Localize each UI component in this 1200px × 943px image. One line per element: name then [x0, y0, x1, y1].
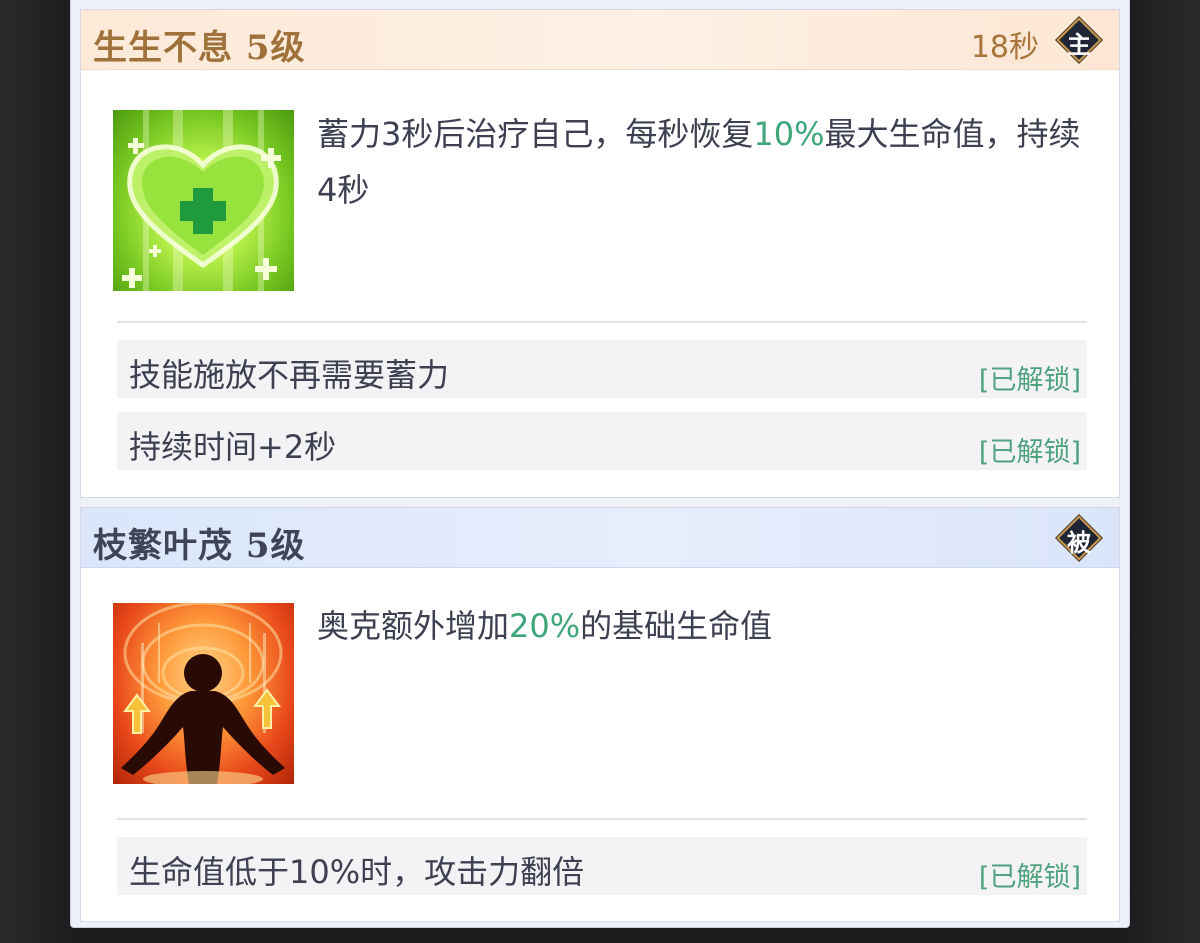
- skill-description: 奥克额外增加20%的基础生命值: [317, 598, 1087, 654]
- unlock-status: [已解锁]: [978, 862, 1081, 893]
- description-text: 奥克额外增加: [317, 607, 510, 645]
- badge-glyph: 主: [1067, 31, 1091, 59]
- power-up-silhouette-icon: [113, 603, 294, 784]
- background-right: [1128, 0, 1200, 943]
- unlock-status: [已解锁]: [978, 365, 1081, 396]
- divider: [117, 321, 1087, 323]
- skill-card-header: 生生不息 5级 18秒 主: [81, 10, 1119, 70]
- skill-panel: 生生不息 5级 18秒 主 蓄力3秒后治疗自己，每秒恢复10%最大生命值，持续4…: [70, 0, 1130, 928]
- description-text: 蓄力3秒后治疗自己，每秒恢复: [317, 115, 754, 153]
- divider: [117, 818, 1087, 820]
- description-highlight: 10%: [753, 115, 825, 153]
- upgrade-effect-text: 生命值低于10%时，攻击力翻倍: [129, 853, 585, 891]
- upgrade-effect-text: 技能施放不再需要蓄力: [129, 356, 450, 394]
- description-highlight: 20%: [509, 607, 581, 645]
- skill-card-header: 枝繁叶茂 5级 被: [81, 508, 1119, 568]
- active-skill-badge: 主: [1055, 16, 1103, 64]
- upgrade-effect-row: 持续时间+2秒 [已解锁]: [117, 412, 1087, 470]
- upgrade-effect-row: 生命值低于10%时，攻击力翻倍 [已解锁]: [117, 837, 1087, 895]
- upgrade-effect-row: 技能施放不再需要蓄力 [已解锁]: [117, 340, 1087, 398]
- badge-glyph: 被: [1067, 529, 1091, 557]
- heart-heal-icon: [113, 110, 294, 291]
- unlock-status: [已解锁]: [978, 437, 1081, 468]
- skill-card-active[interactable]: 生生不息 5级 18秒 主 蓄力3秒后治疗自己，每秒恢复10%最大生命值，持续4…: [80, 9, 1120, 498]
- cooldown-text: 18秒: [970, 30, 1039, 65]
- description-text-tail: 的基础生命值: [580, 607, 773, 645]
- upgrade-effect-text: 持续时间+2秒: [129, 428, 337, 466]
- skill-title: 生生不息 5级: [93, 28, 306, 68]
- passive-skill-badge: 被: [1055, 514, 1103, 562]
- background-left: [0, 0, 72, 943]
- skill-description: 蓄力3秒后治疗自己，每秒恢复10%最大生命值，持续4秒: [317, 106, 1087, 218]
- skill-title: 枝繁叶茂 5级: [93, 526, 306, 566]
- skill-card-passive[interactable]: 枝繁叶茂 5级 被 奥克额外增加20%的基础生命值 生命值低于10%时，攻击力翻…: [80, 507, 1120, 922]
